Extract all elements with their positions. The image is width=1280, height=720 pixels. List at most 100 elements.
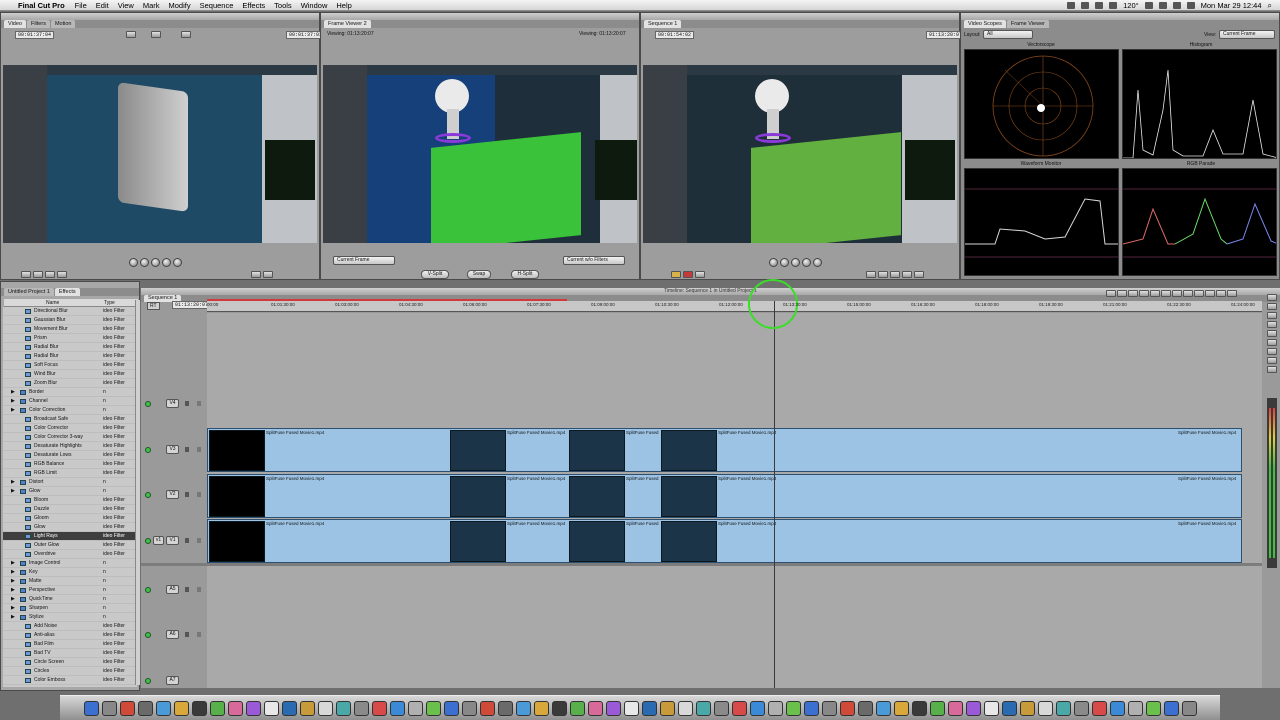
dock-app-icon[interactable]	[335, 700, 351, 716]
overwrite-button[interactable]	[683, 270, 693, 278]
zoom-popup[interactable]	[126, 31, 136, 38]
dock-app-icon[interactable]	[893, 700, 909, 716]
dock-app-icon[interactable]	[425, 700, 441, 716]
effects-item-row[interactable]: RGB Balance ideo Filter	[3, 460, 137, 469]
track-select-tool-icon[interactable]	[1267, 312, 1277, 319]
auto-select-icon[interactable]	[197, 447, 201, 452]
dock-app-icon[interactable]	[299, 700, 315, 716]
rt-popup[interactable]: RT	[147, 302, 160, 310]
disclosure-triangle-icon[interactable]: ▶	[11, 613, 15, 622]
track-label-v1[interactable]: V1	[166, 536, 179, 545]
canvas-image[interactable]	[643, 65, 957, 243]
previous-edit-button[interactable]	[140, 257, 149, 267]
effects-item-row[interactable]: Circle Screen ideo Filter	[3, 658, 137, 667]
effects-item-row[interactable]: Color Emboss ideo Filter	[3, 676, 137, 685]
tab-frame-viewer[interactable]: Frame Viewer 2	[324, 20, 371, 28]
tab-sequence-1[interactable]: Sequence 1	[644, 20, 682, 28]
dock-app-icon[interactable]	[1163, 700, 1179, 716]
dock-app-icon[interactable]	[641, 700, 657, 716]
dock-app-icon[interactable]	[605, 700, 621, 716]
dock-app-icon[interactable]	[839, 700, 855, 716]
dock-app-icon[interactable]	[551, 700, 567, 716]
dock-app-icon[interactable]	[623, 700, 639, 716]
menu-mark[interactable]: Mark	[143, 1, 160, 10]
effects-item-row[interactable]: RGB Limit ideo Filter	[3, 469, 137, 478]
effects-item-row[interactable]: Gaussian Blur ideo Filter	[3, 316, 137, 325]
effects-item-row[interactable]: Radial Blur ideo Filter	[3, 352, 137, 361]
dock-app-icon[interactable]	[227, 700, 243, 716]
dock-app-icon[interactable]	[983, 700, 999, 716]
track-visibility-toggle-a6[interactable]	[145, 632, 151, 638]
dock-app-icon[interactable]	[173, 700, 189, 716]
tab-frame-viewer[interactable]: Frame Viewer	[1006, 20, 1049, 28]
browser-scrollbar[interactable]	[135, 300, 140, 685]
dock-app-icon[interactable]	[1037, 700, 1053, 716]
effects-item-row[interactable]: Bloom ideo Filter	[3, 496, 137, 505]
effects-folder-row[interactable]: ▶ Border n	[3, 388, 137, 397]
play-in-to-out-button[interactable]	[129, 257, 138, 267]
dock-app-icon[interactable]	[119, 700, 135, 716]
layout-select[interactable]: All	[983, 30, 1033, 39]
effects-folder-row[interactable]: ▶ QuickTime n	[3, 595, 137, 604]
add-marker-button[interactable]	[57, 270, 67, 278]
effects-item-row[interactable]: Soft Focus ideo Filter	[3, 361, 137, 370]
add-keyframe-button[interactable]	[45, 270, 55, 278]
dock-app-icon[interactable]	[677, 700, 693, 716]
menu-window[interactable]: Window	[301, 1, 328, 10]
dock-app-icon[interactable]	[353, 700, 369, 716]
blade-button[interactable]	[1161, 290, 1171, 297]
track-label-a7[interactable]: A7	[166, 676, 179, 685]
menu-sequence[interactable]: Sequence	[200, 1, 234, 10]
tab-effects[interactable]: Effects	[54, 288, 80, 296]
column-type-header[interactable]: Type	[104, 300, 115, 306]
dock-app-icon[interactable]	[1073, 700, 1089, 716]
status-icon[interactable]	[1081, 2, 1090, 9]
effects-item-row[interactable]: Color Corrector ideo Filter	[3, 424, 137, 433]
auto-select-icon[interactable]	[197, 587, 201, 592]
replace-button[interactable]	[695, 270, 705, 278]
mark-clip-button[interactable]	[33, 270, 43, 278]
dock-app-icon[interactable]	[1019, 700, 1035, 716]
effects-item-row[interactable]: Color Corrector 3-way ideo Filter	[3, 433, 137, 442]
status-icon[interactable]	[1095, 2, 1104, 9]
dock-app-icon[interactable]	[947, 700, 963, 716]
effects-item-row[interactable]: Circles ideo Filter	[3, 667, 137, 676]
effects-folder-row[interactable]: ▶ Sharpen n	[3, 604, 137, 613]
dock-app-icon[interactable]	[209, 700, 225, 716]
match-frame-button[interactable]	[21, 270, 31, 278]
roll-tool-icon[interactable]	[1267, 321, 1277, 328]
frame-viewer-image[interactable]	[323, 65, 637, 243]
effects-folder-row[interactable]: ▶ Matte n	[3, 577, 137, 586]
disclosure-triangle-icon[interactable]: ▶	[11, 478, 15, 487]
effects-item-row[interactable]: Anti-alias ideo Filter	[3, 631, 137, 640]
tab-video[interactable]: Video	[4, 20, 26, 28]
app-menu[interactable]: Final Cut Pro	[18, 1, 65, 10]
wifi-icon[interactable]	[1158, 2, 1167, 9]
effects-item-row[interactable]: Gloom ideo Filter	[3, 514, 137, 523]
column-name-header[interactable]: Name	[46, 300, 59, 306]
play-around-button[interactable]	[813, 257, 822, 267]
track-visibility-toggle-a5[interactable]	[145, 587, 151, 593]
select-button[interactable]	[1227, 290, 1237, 297]
track-label-v4[interactable]: V4	[166, 399, 179, 408]
effects-item-row[interactable]: Light Rays ideo Filter	[3, 532, 137, 541]
add-keyframe-button[interactable]	[902, 270, 912, 278]
disclosure-triangle-icon[interactable]: ▶	[11, 604, 15, 613]
mark-in-button[interactable]	[251, 270, 261, 278]
razor-button[interactable]	[1216, 290, 1226, 297]
dock-app-icon[interactable]	[83, 700, 99, 716]
dock-app-icon[interactable]	[533, 700, 549, 716]
track-visibility-toggle-v2[interactable]	[145, 492, 151, 498]
effects-item-row[interactable]: Directional Blur ideo Filter	[3, 307, 137, 316]
track-visibility-toggle-v4[interactable]	[145, 401, 151, 407]
disclosure-triangle-icon[interactable]: ▶	[11, 559, 15, 568]
effects-item-row[interactable]: Wind Blur ideo Filter	[3, 370, 137, 379]
tab-video-scopes[interactable]: Video Scopes	[964, 20, 1006, 28]
track-visibility-toggle-v3[interactable]	[145, 447, 151, 453]
pen-tool-icon[interactable]	[1267, 366, 1277, 373]
dock-app-icon[interactable]	[389, 700, 405, 716]
clip-v1[interactable]: SplitFuse Fused Movie1.mp4 SplitFuse Fus…	[207, 519, 1242, 563]
dock-app-icon[interactable]	[713, 700, 729, 716]
menu-tools[interactable]: Tools	[274, 1, 292, 10]
effects-item-row[interactable]: Outer Glow ideo Filter	[3, 541, 137, 550]
